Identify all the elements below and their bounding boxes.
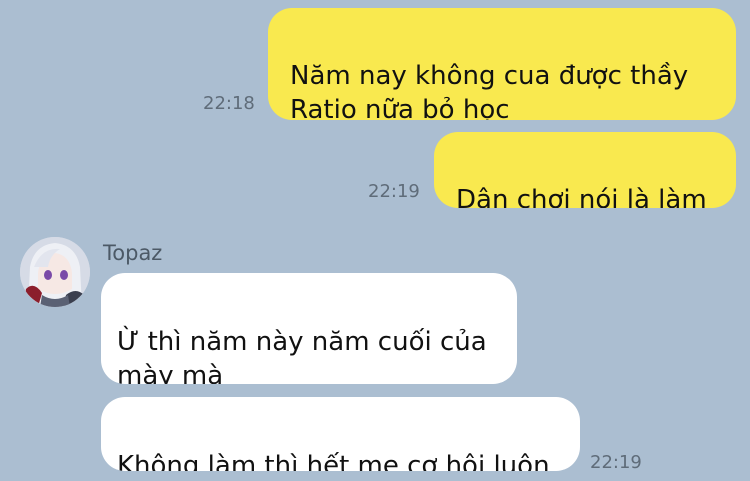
incoming-message-bubble[interactable]: Ừ thì năm này năm cuối của mày mà <box>101 273 517 384</box>
message-timestamp: 22:19 <box>368 181 420 202</box>
sender-name: Topaz <box>103 241 163 265</box>
contact-avatar[interactable] <box>20 237 90 307</box>
message-timestamp: 22:19 <box>590 452 642 473</box>
outgoing-message-bubble[interactable]: Dân chơi nói là làm <box>434 132 736 208</box>
avatar-icon <box>20 237 90 307</box>
message-timestamp: 22:18 <box>203 93 255 114</box>
message-text: Ừ thì năm này năm cuối của mày mà <box>117 327 487 384</box>
message-text: Năm nay không cua được thầy Ratio nữa bỏ… <box>290 61 689 120</box>
outgoing-message-bubble[interactable]: Năm nay không cua được thầy Ratio nữa bỏ… <box>268 8 736 120</box>
message-text: Dân chơi nói là làm <box>456 185 707 208</box>
incoming-message-bubble[interactable]: Không làm thì hết mẹ cơ hội luôn <box>101 397 580 471</box>
message-text: Không làm thì hết mẹ cơ hội luôn <box>117 451 550 471</box>
chat-thread: Năm nay không cua được thầy Ratio nữa bỏ… <box>0 0 750 481</box>
